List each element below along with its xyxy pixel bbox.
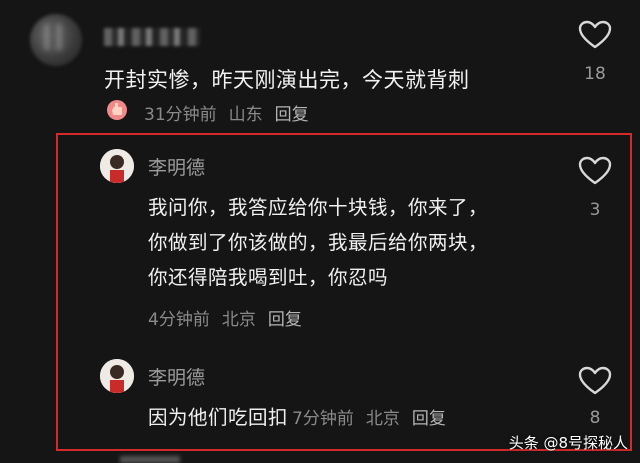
reply-time: 7分钟前 <box>292 409 354 429</box>
person-avatar-icon <box>100 359 134 393</box>
reply-username[interactable]: 李明德 <box>148 153 205 180</box>
reply-username[interactable]: 李明德 <box>148 363 205 390</box>
reply-text: 因为他们吃回扣 <box>148 406 289 429</box>
reply-text-line: 你做到了你该做的，我最后给你两块， <box>148 231 489 254</box>
person-avatar-icon <box>100 149 134 183</box>
reply-avatar[interactable] <box>100 359 134 393</box>
reply-text-line: 我问你，我答应给你十块钱，你来了， <box>148 196 489 219</box>
reply-text: 我问你，我答应给你十块钱，你来了， 你做到了你该做的，我最后给你两块， 你还得陪… <box>148 190 488 295</box>
commenter-name-blurred[interactable] <box>104 28 200 46</box>
reply-row: 因为他们吃回扣 7分钟前 北京 回复 <box>148 404 458 430</box>
reply-button[interactable]: 回复 <box>412 409 446 429</box>
like-heart-icon[interactable] <box>578 20 612 50</box>
reply-meta: 7分钟前 北京 回复 <box>292 409 458 429</box>
like-count: 18 <box>584 64 606 84</box>
commenter-avatar[interactable] <box>30 14 82 66</box>
reply-time: 4分钟前 <box>148 310 210 330</box>
reply-location: 北京 <box>365 409 400 429</box>
comment-time: 31分钟前 <box>144 105 217 125</box>
reply-meta: 4分钟前 北京 回复 <box>148 305 314 330</box>
reply-avatar[interactable] <box>100 149 134 183</box>
next-comment-partial <box>120 456 180 463</box>
like-heart-icon[interactable] <box>578 366 612 396</box>
reply-button[interactable]: 回复 <box>268 310 302 330</box>
reply-like-count: 3 <box>589 200 601 220</box>
reply-button[interactable]: 回复 <box>275 105 309 125</box>
comment-location: 山东 <box>228 105 263 125</box>
thumbs-up-icon[interactable] <box>104 97 130 121</box>
reply-text-line: 你还得陪我喝到吐，你忍吗 <box>148 266 389 289</box>
watermark: 头条 @8号探秘人 <box>508 434 628 452</box>
reply-location: 北京 <box>221 310 256 330</box>
like-heart-icon[interactable] <box>578 156 612 186</box>
comment-meta: 31分钟前 山东 回复 <box>144 100 321 125</box>
comment-text: 开封实惨，昨天刚演出完，今天就背刺 <box>104 68 470 92</box>
reply-like-count: 8 <box>589 408 601 428</box>
